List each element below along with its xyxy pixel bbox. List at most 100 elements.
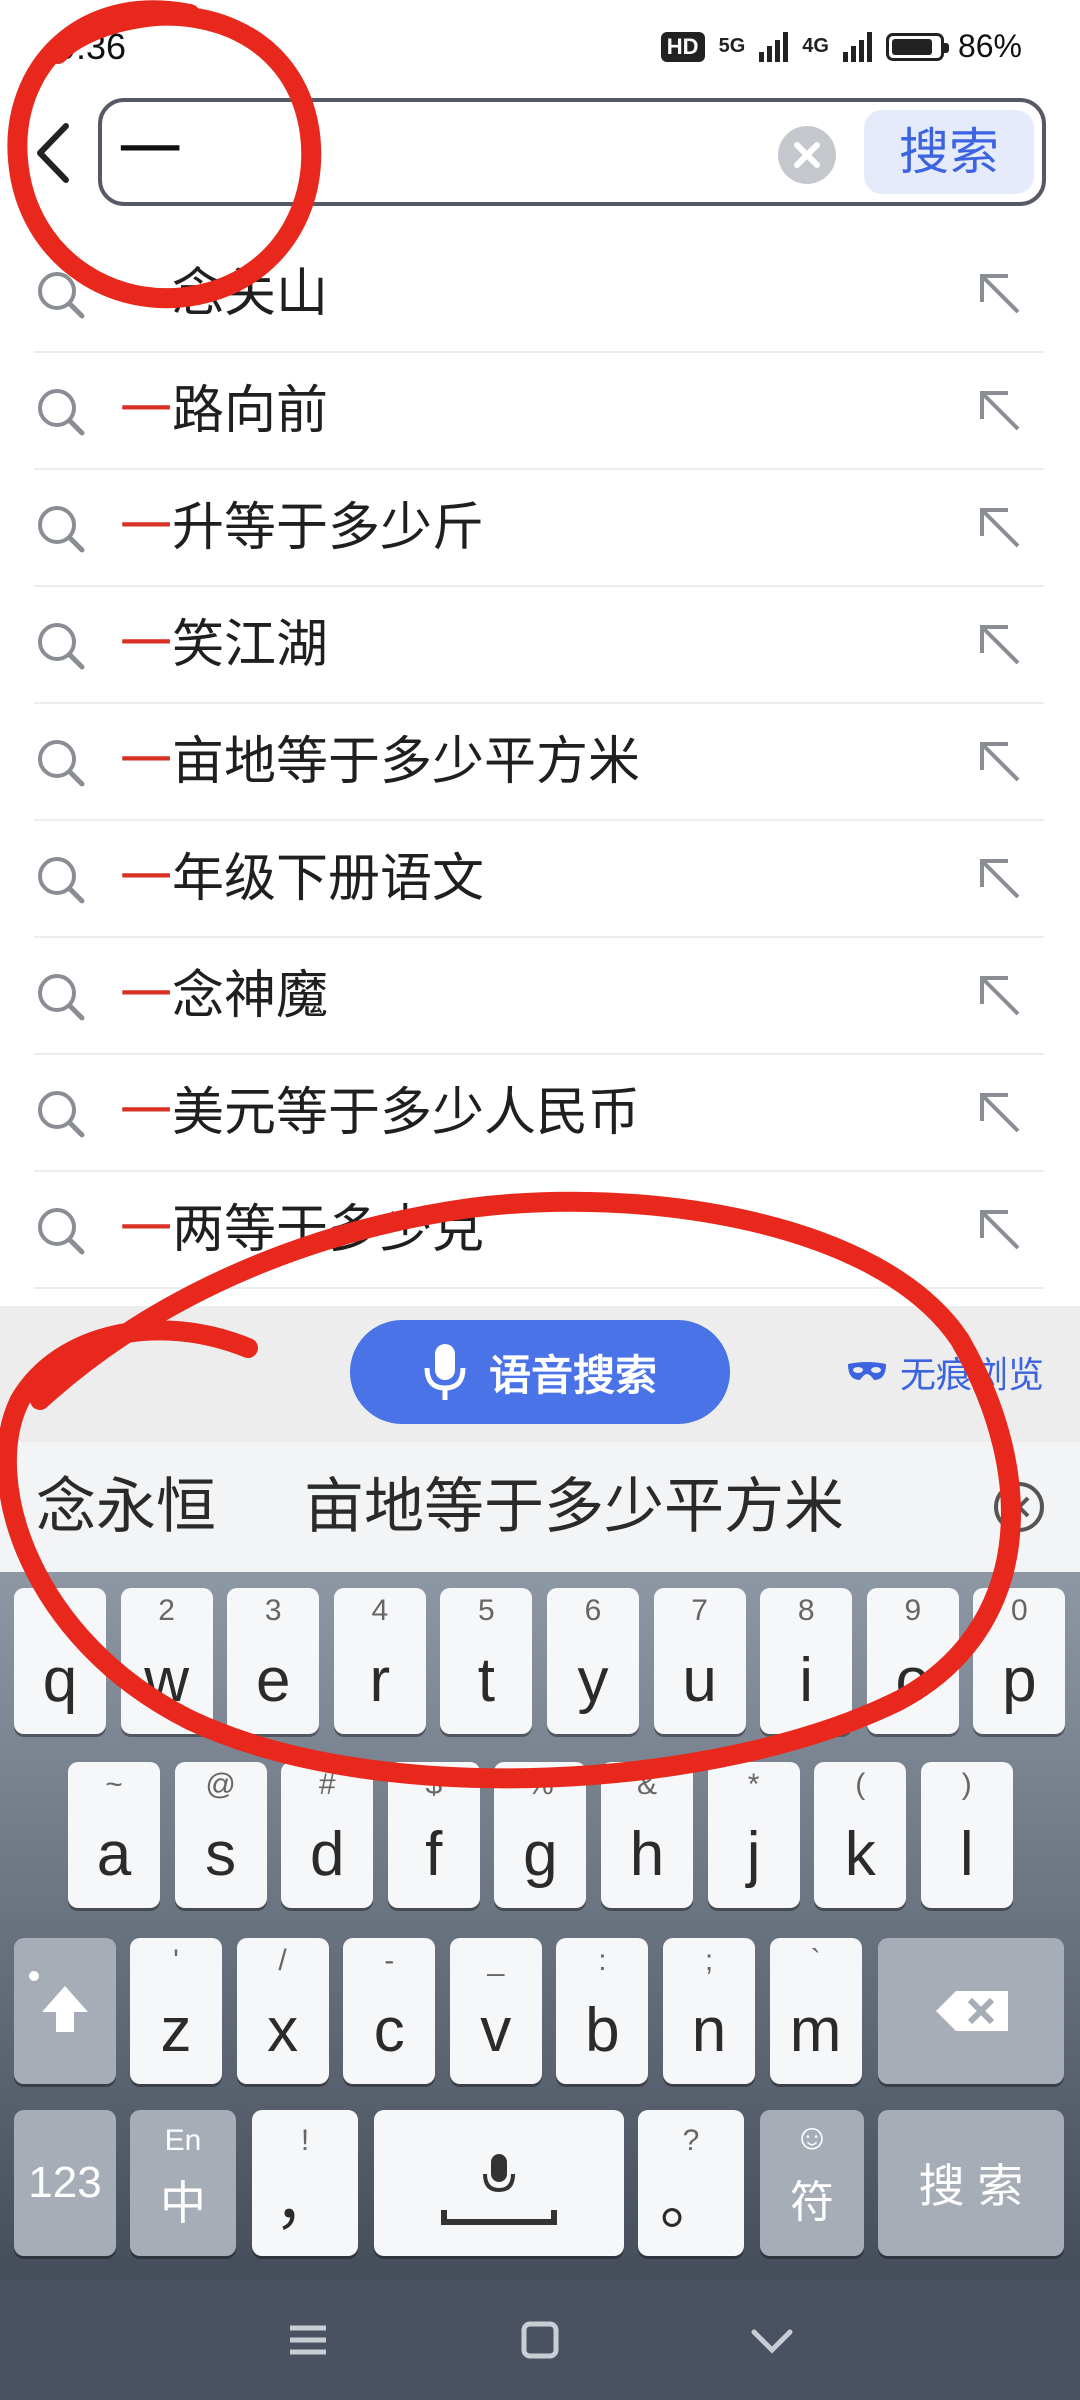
suggestion-item[interactable]: 一两等于多少克 [0,1172,1080,1289]
nav-menu-button[interactable] [278,2310,338,2370]
key-primary-label: y [577,1646,609,1715]
search-icon [38,272,85,319]
arrow-up-left-icon[interactable] [974,1087,1024,1137]
key-secondary-label: 2 [158,1594,175,1627]
key-u[interactable]: 7u [653,1588,746,1734]
key-f[interactable]: $ f [387,1762,480,1908]
language-key[interactable]: En 中 [130,2110,236,2256]
arrow-up-left-icon[interactable] [974,502,1024,552]
backspace-icon [936,1991,1008,2031]
search-enter-key[interactable]: 搜 索 [878,2110,1064,2256]
arrow-up-left-icon[interactable] [974,970,1024,1020]
key-o[interactable]: 9o [866,1588,959,1734]
arrow-up-left-icon[interactable] [974,1204,1024,1254]
key-c[interactable]: -c [343,1938,436,2084]
key-h[interactable]: & h [601,1762,693,1908]
comma-key[interactable]: ! ， [252,2110,358,2256]
key-s[interactable]: @ s [174,1762,267,1908]
search-input[interactable]: 一 搜索 [98,98,1046,206]
arrow-up-left-icon[interactable] [974,736,1024,786]
suggestion-list: 一念关山 一路向前 一升等于多少斤 一笑江湖 一亩地等于多少平方米 一年级下册语文 一念神魔… [0,236,1080,1289]
suggestion-item[interactable]: 一亩地等于多少平方米 [0,704,1080,821]
search-button[interactable]: 搜索 [864,110,1034,194]
key-r[interactable]: 4r [333,1588,426,1734]
shift-key[interactable] [14,1938,116,2084]
key-b[interactable]: :b [556,1938,649,2084]
key-l[interactable]: ) l [920,1762,1013,1908]
key-y[interactable]: 6y [547,1588,639,1734]
key-z[interactable]: ' z [130,1938,222,2084]
suggestion-item[interactable]: 一念神魔 [0,938,1080,1055]
key-q[interactable]: 1q [14,1588,106,1734]
search-icon [38,1208,85,1255]
suggestion-item[interactable]: 一路向前 [0,353,1080,470]
key-secondary-label: : [598,1944,607,1977]
key-p[interactable]: 0p [973,1588,1066,1734]
suggestion-text: 一念关山 [120,236,328,353]
search-icon [38,740,85,787]
nav-back-button[interactable] [742,2310,802,2370]
key-j[interactable]: * j [707,1762,800,1908]
key-d[interactable]: # d [281,1762,374,1908]
key-v[interactable]: _ v [449,1938,542,2084]
key-a[interactable]: ~ a [68,1762,160,1908]
key-secondary-label: # [318,1768,336,1801]
symbol-key-label: 符 [790,2178,834,2227]
key-primary-label: c [373,1996,405,2065]
battery-level-fill [891,38,932,55]
nav-home-button[interactable] [510,2310,570,2370]
arrow-up-left-icon[interactable] [974,385,1024,435]
numbers-key[interactable]: 123 [14,2110,116,2256]
symbol-key[interactable]: ☺ 符 [760,2110,864,2256]
candidate-item[interactable]: 亩地等于多少平方米 [304,1442,844,1572]
key-x[interactable]: / x [236,1938,329,2084]
suggestion-item[interactable]: 一笑江湖 [0,587,1080,704]
suggestion-item[interactable]: 一念关山 [0,236,1080,353]
back-button[interactable] [26,118,86,188]
language-key-main: 中 [160,2177,206,2229]
key-i[interactable]: 8i [760,1588,853,1734]
arrow-up-left-icon[interactable] [974,853,1024,903]
candidate-item[interactable]: 念永恒 [36,1442,216,1572]
key-secondary-label: 1 [51,1594,69,1627]
suggestion-highlight: 一 [120,849,173,909]
suggestion-rest: 升等于多少斤 [172,498,485,558]
backspace-key[interactable] [878,1938,1064,2084]
space-key[interactable] [374,2110,624,2256]
suggestion-highlight: 一 [120,732,173,792]
suggestion-item[interactable]: 一美元等于多少人民币 [0,1055,1080,1172]
key-secondary-label: 7 [691,1594,708,1627]
candidate-close-button[interactable] [992,1480,1046,1534]
network-5g-label: 5G [718,35,746,57]
voice-search-button[interactable]: 语音搜索 [350,1320,730,1424]
suggestion-text: 一升等于多少斤 [120,470,484,587]
shift-icon [29,1971,88,2032]
key-n[interactable]: ; n [663,1938,755,2084]
key-m[interactable]: ` m [769,1938,862,2084]
suggestion-item[interactable]: 一年级下册语文 [0,821,1080,938]
key-k[interactable]: (k [814,1762,907,1908]
suggestion-highlight: 一 [120,966,173,1026]
key-secondary-label: 8 [797,1594,815,1627]
status-indicators: HD 5G 4G 86% [660,28,1022,65]
key-secondary-label: 3 [264,1594,282,1627]
suggestion-text: 一路向前 [120,353,328,470]
key-t[interactable]: 5t [440,1588,533,1734]
suggestion-rest: 亩地等于多少平方米 [172,732,641,792]
clear-button[interactable] [778,126,836,184]
key-primary-label: o [895,1646,931,1715]
key-secondary-label: - [384,1944,395,1977]
key-primary-label: k [844,1820,876,1889]
suggestion-item[interactable]: 一升等于多少斤 [0,470,1080,587]
suggestion-rest: 念神魔 [172,966,329,1026]
search-query-text[interactable]: 一 [118,106,182,198]
arrow-up-left-icon[interactable] [974,268,1024,318]
key-secondary-label: & [636,1768,657,1801]
period-key[interactable]: ? 。 [638,2110,744,2256]
arrow-up-left-icon[interactable] [974,619,1024,669]
key-secondary-label: ; [704,1944,714,1977]
key-e[interactable]: 3e [227,1588,320,1734]
key-g[interactable]: % g [494,1762,587,1908]
incognito-button[interactable]: 无痕浏览 [846,1346,1044,1398]
key-w[interactable]: 2w [120,1588,213,1734]
